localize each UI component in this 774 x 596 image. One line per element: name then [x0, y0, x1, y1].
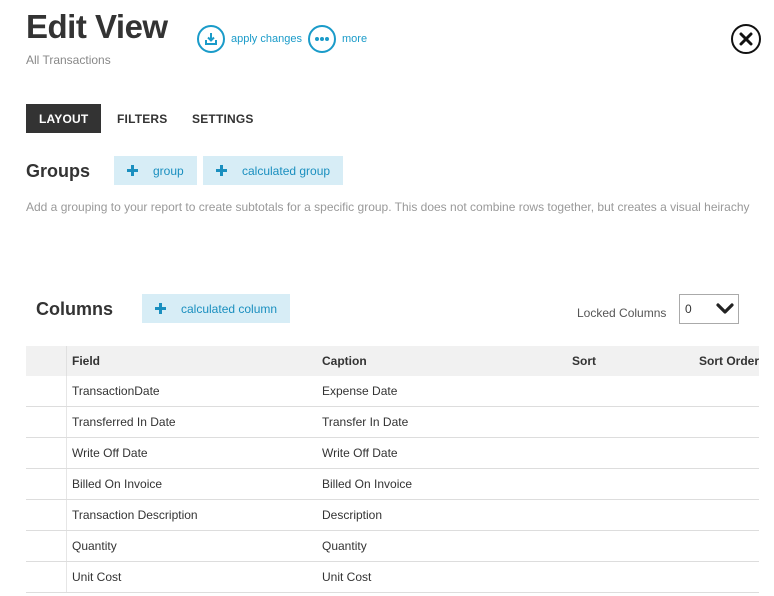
- row-field: Transaction Description: [72, 508, 198, 522]
- table-row[interactable]: Transferred In Date Transfer In Date: [26, 407, 759, 438]
- row-caption[interactable]: Write Off Date: [322, 446, 398, 460]
- columns-table: Field Caption Sort Sort Order Transactio…: [26, 346, 759, 593]
- add-calculated-column-button[interactable]: calculated column: [142, 294, 291, 323]
- ellipsis-icon: [308, 25, 336, 53]
- add-calculated-group-label: calculated group: [242, 163, 331, 178]
- table-header: Field Caption Sort Sort Order: [26, 346, 759, 376]
- row-caption[interactable]: Billed On Invoice: [322, 477, 412, 491]
- add-calculated-group-button[interactable]: calculated group: [203, 156, 344, 185]
- add-group-button[interactable]: group: [114, 156, 197, 185]
- table-row[interactable]: Quantity Quantity: [26, 531, 759, 562]
- download-icon: [197, 25, 225, 53]
- page-subtitle: All Transactions: [26, 53, 111, 67]
- close-icon: [739, 32, 753, 46]
- locked-columns-value: 0: [685, 302, 692, 316]
- chevron-down-icon: [716, 303, 734, 314]
- groups-heading: Groups: [26, 161, 91, 181]
- row-field: Billed On Invoice: [72, 477, 163, 491]
- locked-columns-label: Locked Columns: [577, 306, 667, 320]
- add-calculated-column-label: calculated column: [181, 301, 278, 316]
- apply-changes-button[interactable]: apply changes: [197, 25, 302, 53]
- drag-handle[interactable]: [26, 500, 67, 530]
- tab-layout[interactable]: LAYOUT: [26, 104, 102, 133]
- drag-handle[interactable]: [26, 407, 67, 437]
- table-row[interactable]: Transaction Description Description: [26, 500, 759, 531]
- row-field: Unit Cost: [72, 570, 122, 584]
- row-caption[interactable]: Unit Cost: [322, 570, 371, 584]
- page-title: Edit View: [26, 8, 168, 45]
- row-field: Write Off Date: [72, 446, 148, 460]
- row-caption[interactable]: Description: [322, 508, 382, 522]
- row-caption[interactable]: Quantity: [322, 539, 367, 553]
- drag-handle[interactable]: [26, 531, 67, 561]
- plus-icon: [154, 302, 167, 315]
- plus-icon: [126, 164, 139, 177]
- drag-handle[interactable]: [26, 438, 67, 468]
- table-row[interactable]: Billed On Invoice Billed On Invoice: [26, 469, 759, 500]
- groups-help-text: Add a grouping to your report to create …: [26, 200, 750, 214]
- row-field: Transferred In Date: [72, 415, 176, 429]
- columns-heading: Columns: [36, 299, 114, 319]
- more-label: more: [342, 33, 368, 45]
- row-caption[interactable]: Expense Date: [322, 384, 397, 398]
- table-row[interactable]: Write Off Date Write Off Date: [26, 438, 759, 469]
- add-group-label: group: [153, 163, 184, 178]
- drag-handle[interactable]: [26, 469, 67, 499]
- row-caption[interactable]: Transfer In Date: [322, 415, 408, 429]
- drag-handle[interactable]: [26, 376, 67, 406]
- drag-handle[interactable]: [26, 562, 67, 592]
- drag-handle-column-header: [26, 346, 67, 376]
- tab-settings[interactable]: SETTINGS: [179, 104, 267, 133]
- locked-columns-select[interactable]: 0: [679, 294, 739, 324]
- apply-changes-label: apply changes: [231, 33, 302, 45]
- header-sort-order[interactable]: Sort Order: [699, 354, 759, 368]
- row-field: TransactionDate: [72, 384, 160, 398]
- header-field[interactable]: Field: [72, 354, 100, 368]
- plus-icon: [215, 164, 228, 177]
- tab-filters[interactable]: FILTERS: [104, 104, 181, 133]
- more-button[interactable]: more: [308, 25, 367, 53]
- table-row[interactable]: TransactionDate Expense Date: [26, 376, 759, 407]
- table-row[interactable]: Unit Cost Unit Cost: [26, 562, 759, 593]
- header-sort[interactable]: Sort: [572, 354, 596, 368]
- row-field: Quantity: [72, 539, 117, 553]
- header-caption[interactable]: Caption: [322, 354, 367, 368]
- close-button[interactable]: [731, 24, 761, 54]
